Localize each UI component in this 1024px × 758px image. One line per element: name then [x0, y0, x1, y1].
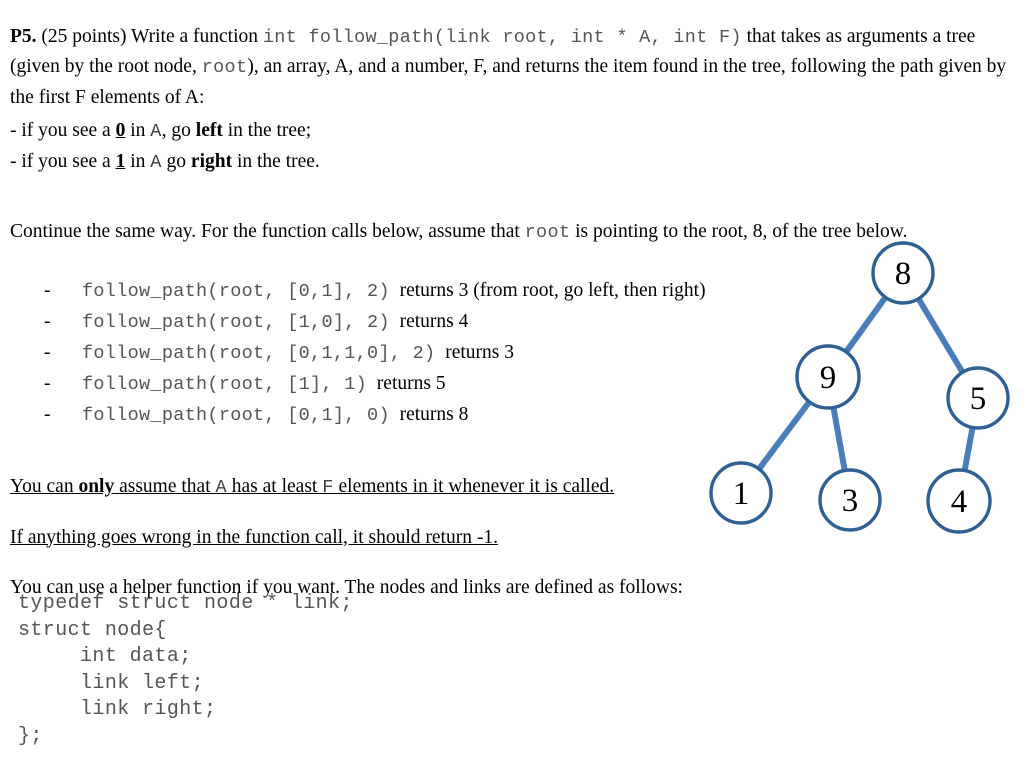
continue-before: Continue the same way. For the function … [10, 220, 525, 242]
tree-node-value: 1 [733, 476, 750, 512]
tree-node-left-left: 1 [709, 461, 773, 525]
rule-right-mid2: go [161, 150, 191, 172]
assume-mid: assume that [114, 475, 216, 497]
bullet-dash: - [44, 280, 51, 301]
rule-left: - if you see a 0 in A, go left in the tr… [10, 116, 1016, 147]
rule-left-direction: left [195, 120, 223, 141]
call-result [390, 404, 400, 425]
rule-left-array: A [150, 121, 162, 142]
tree-node-value: 9 [820, 360, 837, 396]
assume-emphasis: only [78, 475, 115, 497]
call-returns-text: returns 4 [399, 311, 469, 332]
call-code: follow_path(root, [0,1], 2) [82, 281, 390, 302]
rule-left-mid2: , go [161, 120, 196, 141]
call-returns-text: returns 5 [376, 373, 446, 394]
bullet-dash: - [44, 342, 51, 363]
call-code: follow_path(root, [1], 1) [82, 374, 368, 395]
tree-node-left-right: 3 [818, 468, 882, 532]
tree-node-value: 8 [895, 256, 912, 292]
bullet-dash: - [44, 311, 51, 332]
assume-line: You can only assume that A has at least … [10, 475, 615, 498]
assume-after: elements in it whenever it is called. [333, 475, 615, 497]
call-returns-text: returns 8 [399, 404, 469, 425]
struct-definition-code: typedef struct node * link; struct node{… [18, 592, 353, 748]
tree-edges-group [755, 293, 976, 475]
bullet-dash: - [44, 404, 51, 425]
rule-right-array: A [150, 151, 162, 173]
tree-node-right: 5 [946, 366, 1010, 430]
tree-edge-root-to-right [914, 294, 967, 377]
exam-page: P5. (25 points) Write a function int fol… [0, 0, 1024, 758]
rule-left-mid: in [125, 120, 151, 141]
failure-note: If anything goes wrong in the function c… [10, 523, 720, 553]
assume-count: F [322, 476, 334, 498]
tree-node-value: 4 [951, 484, 968, 520]
call-result [390, 280, 400, 301]
assume-array: A [215, 476, 227, 498]
intro-before-signature: Write a function [131, 25, 263, 47]
rule-right-prefix: - if you see a [10, 150, 116, 172]
call-code: follow_path(root, [0,1,1,0], 2) [82, 343, 436, 364]
call-result [367, 373, 377, 394]
tree-edge-right-to-right-right [961, 423, 976, 475]
call-result [390, 311, 400, 332]
tree-node-right-right: 4 [926, 468, 992, 534]
call-returns-text: returns 3 (from root, go left, then righ… [399, 280, 706, 301]
question-points: (25 points) [41, 25, 127, 47]
rule-right-direction: right [190, 150, 233, 172]
tree-edge-root-to-left [842, 293, 890, 356]
tree-nodes-group: 8 9 5 1 3 4 [709, 241, 1010, 534]
call-returns-text: returns 3 [445, 342, 514, 363]
tree-edge-left-to-left-right [830, 403, 848, 475]
function-signature: int follow_path(link root, int * A, int … [262, 26, 742, 48]
direction-rules: - if you see a 0 in A, go left in the tr… [10, 116, 1016, 177]
tree-node-value: 3 [842, 483, 859, 519]
tree-node-root: 8 [871, 241, 935, 305]
call-code: follow_path(root, [1,0], 2) [82, 312, 390, 333]
call-code: follow_path(root, [0,1], 0) [82, 405, 390, 426]
rule-left-prefix: - if you see a [10, 120, 116, 141]
question-number: P5. [10, 25, 37, 47]
rule-right-mid: in [125, 150, 151, 172]
bullet-dash: - [44, 373, 51, 394]
tree-node-value: 5 [970, 381, 987, 417]
assume-before: You can [10, 475, 79, 497]
binary-tree-diagram: 8 9 5 1 3 4 [690, 228, 1024, 543]
rule-right-digit: 1 [115, 150, 126, 172]
call-result [435, 342, 445, 363]
assumption-note: You can only assume that A has at least … [10, 472, 720, 503]
rule-left-suffix: in the tree; [222, 120, 312, 141]
continue-root-mono: root [524, 221, 571, 243]
assume-mid2: has at least [226, 475, 323, 497]
tree-edge-left-to-left-left [755, 398, 813, 473]
tree-node-left: 9 [795, 344, 861, 410]
rule-right: - if you see a 1 in A go right in the tr… [10, 147, 1016, 178]
fail-line: If anything goes wrong in the function c… [10, 526, 498, 548]
root-mono-inline: root [201, 57, 248, 78]
question-intro-paragraph: P5. (25 points) Write a function int fol… [10, 22, 1018, 113]
tree-svg: 8 9 5 1 3 4 [709, 241, 1010, 534]
rule-left-digit: 0 [115, 120, 126, 141]
rule-right-suffix: in the tree. [232, 150, 320, 172]
